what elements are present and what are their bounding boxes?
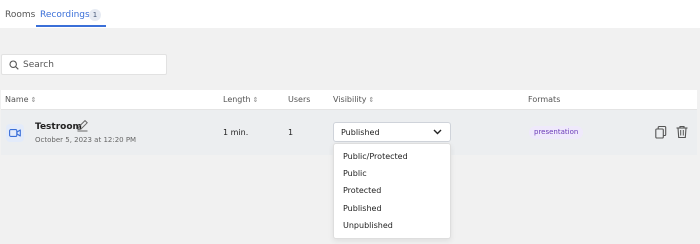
recordings-count-badge: 1 [89,9,101,21]
sort-icon: ⇕ [368,96,375,104]
recording-date: October 5, 2023 at 12:20 PM [35,136,137,144]
visibility-select[interactable]: Published [333,122,451,142]
column-header-name[interactable]: Name ⇕ [5,95,36,105]
tab-rooms[interactable]: Rooms [5,9,35,21]
recording-users: 1 [288,128,294,137]
video-icon [6,124,24,142]
column-header-length-label: Length [223,95,251,104]
visibility-option-public-protected[interactable]: Public/Protected [343,152,408,162]
visibility-option-public[interactable]: Public [343,169,367,179]
column-header-name-label: Name [5,95,29,104]
search-icon [9,60,19,70]
table-header: Name ⇕ Length ⇕ Users Visibility ⇕ Formats [1,90,697,110]
trash-icon[interactable] [675,125,689,139]
visibility-option-protected[interactable]: Protected [343,186,381,196]
edit-icon[interactable] [76,119,89,132]
column-header-length[interactable]: Length ⇕ [223,95,258,105]
visibility-select-value: Published [341,128,380,137]
recording-name: Testroom [35,122,82,132]
search-box[interactable] [1,54,167,75]
format-badge[interactable]: presentation [529,126,584,139]
sort-icon: ⇕ [30,96,37,104]
recording-length: 1 min. [223,128,249,137]
column-header-users: Users [288,95,311,104]
column-header-formats: Formats [528,95,561,104]
column-header-visibility-label: Visibility [333,95,367,104]
tab-bar: Rooms Recordings 1 [0,0,700,28]
copy-icon[interactable] [654,125,668,139]
visibility-option-published[interactable]: Published [343,204,382,214]
chevron-down-icon [433,129,442,135]
visibility-option-unpublished[interactable]: Unpublished [343,221,393,231]
tab-recordings[interactable]: Recordings [40,9,90,21]
visibility-dropdown-menu: Public/Protected Public Protected Publis… [333,143,451,239]
column-header-visibility[interactable]: Visibility ⇕ [333,95,374,105]
active-tab-indicator [36,25,106,27]
search-input[interactable] [23,58,163,72]
sort-icon: ⇕ [252,96,259,104]
